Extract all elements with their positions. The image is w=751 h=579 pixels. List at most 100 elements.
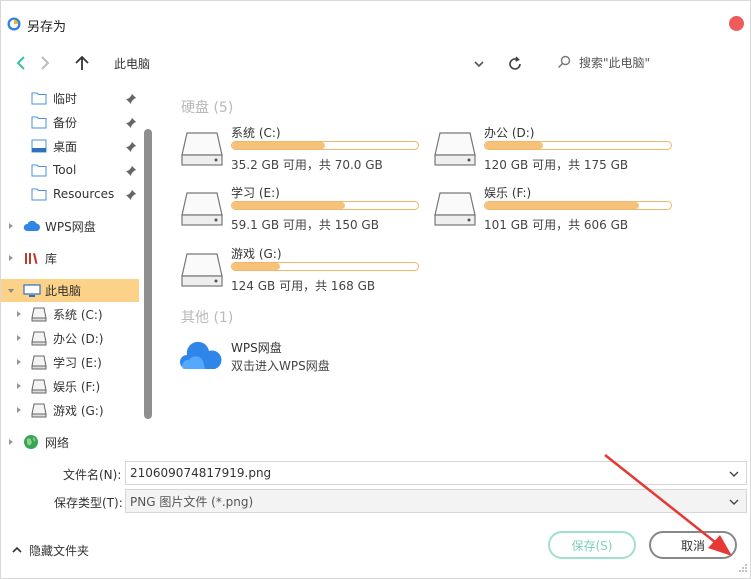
chevron-down-icon[interactable]	[728, 496, 740, 508]
sidebar-item-label: Tool	[53, 163, 77, 177]
search-input[interactable]	[579, 54, 739, 72]
sidebar-item-wps-cloud[interactable]: WPS网盘	[23, 215, 143, 237]
network-globe-icon	[24, 435, 38, 449]
others-header[interactable]: 其他 (1)	[181, 307, 233, 327]
cancel-button[interactable]: 取消	[649, 531, 737, 559]
expand-arrow-icon[interactable]	[15, 310, 23, 318]
cloud-name: WPS网盘	[231, 341, 282, 355]
resize-grip-icon[interactable]	[738, 563, 748, 573]
sidebar-item-label: 库	[45, 251, 58, 266]
pin-icon[interactable]	[125, 117, 137, 129]
wps-cloud-tile[interactable]: WPS网盘 双击进入WPS网盘	[179, 337, 419, 377]
refresh-icon[interactable]	[506, 55, 524, 73]
title-bar: 另存为	[1, 1, 751, 45]
filename-field[interactable]	[125, 461, 747, 485]
filetype-label: 保存类型(T):	[54, 496, 123, 510]
sidebar-item-label: 娱乐 (F:)	[53, 379, 101, 394]
drive-name: 办公 (D:)	[484, 126, 535, 140]
sidebar-item-drive-g[interactable]: 游戏 (G:)	[31, 399, 141, 421]
pin-icon[interactable]	[125, 165, 137, 177]
hard-drive-icon	[31, 331, 47, 346]
sidebar-item-drive-f[interactable]: 娱乐 (F:)	[31, 375, 141, 397]
folder-icon	[31, 188, 47, 201]
sidebar-item-label: WPS网盘	[45, 219, 96, 234]
drive-usage-fill	[232, 263, 281, 270]
sidebar-item-label: 此电脑	[45, 284, 82, 298]
hide-folders-label: 隐藏文件夹	[29, 543, 90, 558]
sidebar-item-label: 备份	[53, 115, 78, 130]
drive-usage-bar	[231, 141, 419, 150]
collapse-arrow-icon[interactable]	[7, 287, 15, 295]
drive-name: 系统 (C:)	[231, 126, 281, 140]
expand-arrow-icon[interactable]	[15, 334, 23, 342]
sidebar-scrollbar[interactable]	[144, 129, 152, 419]
window-title: 另存为	[27, 20, 67, 35]
sidebar-item-drive-c[interactable]: 系统 (C:)	[31, 303, 141, 325]
drive-space-info: 124 GB 可用，共 168 GB	[231, 279, 376, 293]
sidebar-item-label: Resources	[53, 187, 115, 201]
hide-folders-toggle[interactable]: 隐藏文件夹	[11, 541, 89, 559]
sidebar-item-library[interactable]: 库	[23, 247, 143, 269]
sidebar-item-drive-e[interactable]: 学习 (E:)	[31, 351, 141, 373]
save-button[interactable]: 保存(S)	[548, 531, 636, 559]
sidebar-item-drive-d[interactable]: 办公 (D:)	[31, 327, 141, 349]
hard-drive-icon	[181, 253, 223, 287]
folder-icon	[31, 92, 47, 105]
up-arrow-icon[interactable]	[73, 54, 91, 72]
sidebar-item-label: 学习 (E:)	[53, 355, 102, 370]
computer-icon	[23, 283, 41, 297]
drive-name: 学习 (E:)	[231, 186, 280, 200]
chevron-down-icon[interactable]	[471, 56, 487, 72]
drive-tile-d[interactable]: 办公 (D:) 120 GB 可用，共 175 GB	[424, 123, 672, 177]
expand-arrow-icon[interactable]	[7, 254, 15, 262]
expand-arrow-icon[interactable]	[15, 382, 23, 390]
pin-icon[interactable]	[125, 93, 137, 105]
desktop-icon	[31, 139, 47, 153]
main-pane: 硬盘 (5) 系统 (C:) 35.2 GB 可用，共 70.0 GB 办公 (…	[171, 87, 746, 457]
filetype-select[interactable]: PNG 图片文件 (*.png)	[125, 489, 747, 513]
drive-tile-c[interactable]: 系统 (C:) 35.2 GB 可用，共 70.0 GB	[171, 123, 419, 177]
drive-tile-e[interactable]: 学习 (E:) 59.1 GB 可用，共 150 GB	[171, 183, 419, 237]
drive-usage-bar	[231, 262, 419, 271]
forward-icon[interactable]	[37, 55, 53, 71]
sidebar-item-label: 桌面	[53, 139, 78, 154]
hard-drive-icon	[181, 132, 223, 166]
expand-arrow-icon[interactable]	[7, 222, 15, 230]
sidebar-item-label: 临时	[53, 91, 78, 106]
drive-usage-bar	[484, 201, 672, 210]
filename-input[interactable]	[126, 466, 716, 480]
wps-logo-icon	[7, 17, 21, 31]
chevron-down-icon[interactable]	[728, 468, 740, 480]
filetype-value: PNG 图片文件 (*.png)	[130, 494, 254, 509]
breadcrumb[interactable]: 此电脑	[114, 55, 150, 72]
back-icon[interactable]	[13, 55, 29, 71]
hard-drive-icon	[434, 132, 476, 166]
expand-arrow-icon[interactable]	[7, 438, 15, 446]
expand-arrow-icon[interactable]	[15, 358, 23, 366]
chevron-up-icon	[12, 546, 22, 553]
drive-name: 游戏 (G:)	[231, 247, 282, 261]
sidebar-item-network[interactable]: 网络	[23, 431, 143, 453]
sidebar-item-label: 网络	[45, 435, 70, 450]
drive-tile-g[interactable]: 游戏 (G:) 124 GB 可用，共 168 GB	[171, 244, 419, 298]
cloud-description: 双击进入WPS网盘	[231, 359, 330, 373]
pin-icon[interactable]	[125, 189, 137, 201]
expand-arrow-icon[interactable]	[15, 406, 23, 414]
drive-space-info: 59.1 GB 可用，共 150 GB	[231, 218, 379, 232]
drive-tile-f[interactable]: 娱乐 (F:) 101 GB 可用，共 606 GB	[424, 183, 672, 237]
hard-drive-icon	[31, 403, 47, 418]
sidebar: 临时 备份 桌面 Tool Resources WPS网盘 库 此电脑 系统 (…	[1, 85, 157, 457]
drive-usage-fill	[232, 142, 325, 149]
hard-drive-icon	[181, 192, 223, 226]
drive-usage-fill	[232, 202, 346, 209]
drive-usage-bar	[231, 201, 419, 210]
drive-usage-bar	[484, 141, 672, 150]
pin-icon[interactable]	[125, 141, 137, 153]
save-as-dialog: 另存为 此电脑 临时	[0, 0, 751, 579]
drive-space-info: 120 GB 可用，共 175 GB	[484, 158, 629, 172]
hard-disks-header[interactable]: 硬盘 (5)	[181, 97, 233, 117]
library-icon	[25, 253, 38, 264]
sidebar-item-this-pc[interactable]: 此电脑	[1, 279, 139, 302]
close-button[interactable]	[729, 16, 744, 31]
sidebar-item-label: 办公 (D:)	[53, 331, 104, 346]
